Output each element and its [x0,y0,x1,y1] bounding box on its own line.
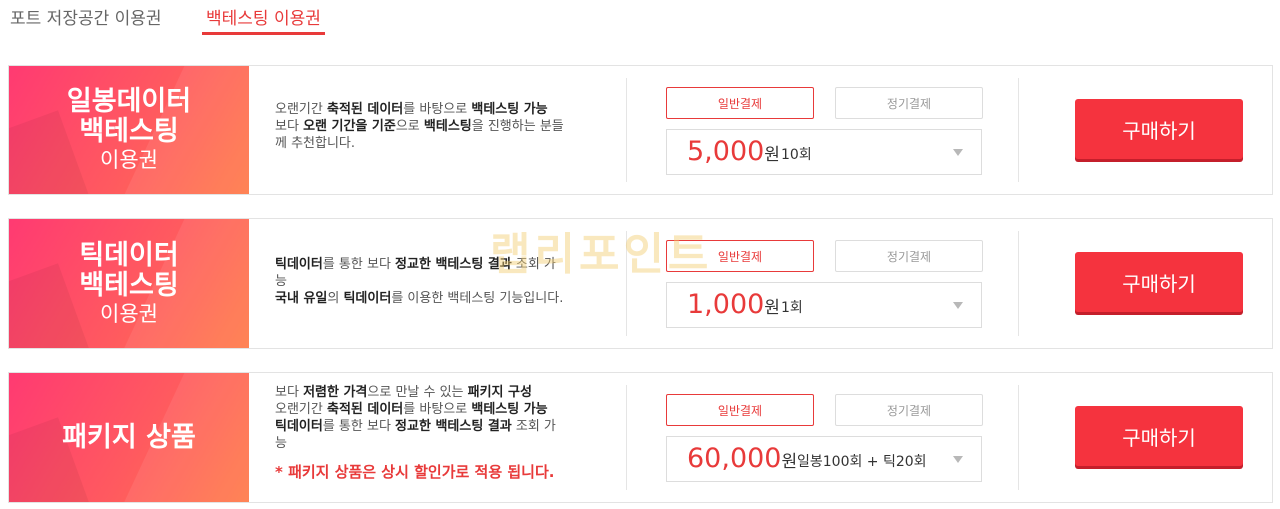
banner-subtitle: 이용권 [100,148,158,172]
desc-line: 오랜기간 축적된 데이터를 바탕으로 백테스팅 가능 [275,102,548,117]
regular-payment-button[interactable]: 정기결제 [835,240,983,272]
normal-payment-button[interactable]: 일반결제 [666,394,814,426]
banner-title-line2: 백테스팅 [79,116,179,147]
usage-count: 1회 [781,300,803,316]
divider [626,78,627,182]
price-value: 1,000원 [687,289,780,320]
banner-title-line1: 일봉데이터 [66,86,192,117]
product-card-tick: 틱데이터 백테스팅 이용권 틱데이터를 통한 보다 정교한 백테스팅 결과 조회… [8,218,1273,349]
product-card-package: 패키지 상품 보다 저렴한 가격으로 만날 수 있는 패키지 구성 오랜기간 축… [8,372,1273,503]
buy-button[interactable]: 구매하기 [1075,252,1243,312]
desc-line: 능 [275,436,287,451]
price-select[interactable]: 5,000원 10회 [666,129,982,175]
regular-payment-button[interactable]: 정기결제 [835,394,983,426]
desc-line: 께 추천합니다. [275,136,356,151]
normal-payment-button[interactable]: 일반결제 [666,87,814,119]
divider [1018,385,1019,490]
product-banner: 일봉데이터 백테스팅 이용권 [9,66,249,194]
desc-line: 틱데이터를 통한 보다 정교한 백테스팅 결과 조회 가 [275,257,556,272]
tab-backtesting-label: 백테스팅 이용권 [206,9,321,29]
regular-payment-button[interactable]: 정기결제 [835,87,983,119]
tab-active-underline [202,32,325,35]
banner-subtitle: 이용권 [100,301,158,326]
divider [1018,78,1019,182]
package-note: * 패키지 상품은 상시 할인가로 적용 됩니다. [275,463,555,481]
price-select[interactable]: 60,000원 일봉100회 + 틱20회 [666,436,982,482]
tab-port-storage[interactable]: 포트 저장공간 이용권 [10,4,162,29]
divider [626,385,627,490]
desc-line: 오랜기간 축적된 데이터를 바탕으로 백테스팅 가능 [275,402,548,417]
desc-line: 국내 유일의 틱데이터를 이용한 백테스팅 기능입니다. [275,291,564,306]
desc-line: 능 [275,274,287,289]
price-value: 5,000원 [687,136,780,167]
desc-line: 보다 오랜 기간을 기준으로 백테스팅을 진행하는 분들 [275,119,564,134]
chevron-down-icon [953,456,963,463]
price-value: 60,000원 [687,443,798,474]
divider [1018,231,1019,336]
usage-count: 10회 [781,147,812,163]
product-card-daily: 일봉데이터 백테스팅 이용권 오랜기간 축적된 데이터를 바탕으로 백테스팅 가… [8,65,1273,195]
banner-title-line2: 백테스팅 [79,269,179,301]
desc-line: 보다 저렴한 가격으로 만날 수 있는 패키지 구성 [275,385,532,400]
product-description: 오랜기간 축적된 데이터를 바탕으로 백테스팅 가능 보다 오랜 기간을 기준으… [275,101,605,152]
chevron-down-icon [953,302,963,309]
usage-count: 일봉100회 + 틱20회 [797,454,927,470]
divider [626,231,627,336]
chevron-down-icon [953,149,963,156]
product-description: 보다 저렴한 가격으로 만날 수 있는 패키지 구성 오랜기간 축적된 데이터를… [275,384,605,481]
product-banner: 틱데이터 백테스팅 이용권 [9,219,249,348]
tab-bar: 포트 저장공간 이용권 백테스팅 이용권 [0,0,1280,40]
buy-button[interactable]: 구매하기 [1075,99,1243,159]
buy-button[interactable]: 구매하기 [1075,406,1243,466]
price-select[interactable]: 1,000원 1회 [666,282,982,328]
product-banner: 패키지 상품 [9,373,249,502]
banner-title: 패키지 상품 [62,421,196,453]
normal-payment-button[interactable]: 일반결제 [666,240,814,272]
desc-line: 틱데이터를 통한 보다 정교한 백테스팅 결과 조회 가 [275,419,556,434]
tab-backtesting[interactable]: 백테스팅 이용권 [202,4,325,35]
banner-title-line1: 틱데이터 [79,239,179,271]
product-description: 틱데이터를 통한 보다 정교한 백테스팅 결과 조회 가 능 국내 유일의 틱데… [275,256,605,307]
